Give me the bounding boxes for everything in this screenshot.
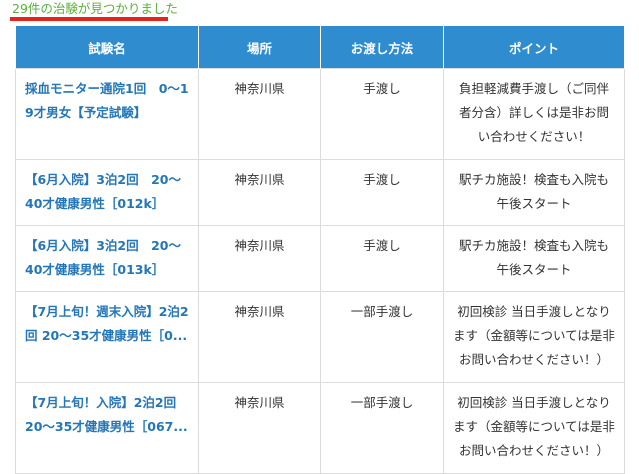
trial-link[interactable]: 採血モニター通院1回 0～19才男女【予定試験】 <box>25 81 189 120</box>
header-trial-name: 試験名 <box>15 26 199 69</box>
location-cell: 神奈川県 <box>198 68 321 160</box>
point-cell: 初回検診 当日手渡しとなります（金額等については是非お問い合わせください！） <box>443 382 625 474</box>
trial-results-table: 試験名 場所 お渡し方法 ポイント 採血モニター通院1回 0～19才男女【予定試… <box>15 26 625 474</box>
result-count: 29件の治験が見つかりました <box>12 1 178 16</box>
trial-name-cell: 【7月上旬！入院】2泊2回 20～35才健康男性［067... <box>15 382 199 474</box>
payment-method-cell: 一部手渡し <box>320 291 444 383</box>
trial-name-cell: 【6月入院】3泊2回 20～40才健康男性［013k］ <box>15 225 199 292</box>
payment-method-cell: 手渡し <box>320 225 444 292</box>
table-row: 【7月上旬！入院】2泊2回 20～35才健康男性［067... 神奈川県 一部手… <box>15 382 625 474</box>
header-location: 場所 <box>198 26 321 69</box>
point-cell: 初回検診 当日手渡しとなります（金額等については是非お問い合わせください！） <box>443 291 625 383</box>
table-row: 【6月入院】3泊2回 20～40才健康男性［012k］ 神奈川県 手渡し 駅チカ… <box>15 159 625 226</box>
result-count-underline <box>10 17 168 21</box>
table-row: 【7月上旬！週末入院】2泊2回 20～35才健康男性［0... 神奈川県 一部手… <box>15 291 625 383</box>
payment-method-cell: 手渡し <box>320 68 444 160</box>
point-cell: 駅チカ施設！検査も入院も午後スタート <box>443 159 625 226</box>
trial-name-cell: 採血モニター通院1回 0～19才男女【予定試験】 <box>15 68 199 160</box>
table-row: 採血モニター通院1回 0～19才男女【予定試験】 神奈川県 手渡し 負担軽減費手… <box>15 68 625 160</box>
trial-name-cell: 【7月上旬！週末入院】2泊2回 20～35才健康男性［0... <box>15 291 199 383</box>
point-cell: 負担軽減費手渡し（ご同伴者分含）詳しくは是非お問い合わせください！ <box>443 68 625 160</box>
location-cell: 神奈川県 <box>198 382 321 474</box>
payment-method-cell: 一部手渡し <box>320 382 444 474</box>
location-cell: 神奈川県 <box>198 225 321 292</box>
payment-method-cell: 手渡し <box>320 159 444 226</box>
point-cell: 駅チカ施設！検査も入院も午後スタート <box>443 225 625 292</box>
header-points: ポイント <box>443 26 625 69</box>
trial-link[interactable]: 【7月上旬！入院】2泊2回 20～35才健康男性［067... <box>25 395 188 434</box>
table-row: 【6月入院】3泊2回 20～40才健康男性［013k］ 神奈川県 手渡し 駅チカ… <box>15 225 625 292</box>
header-payment-method: お渡し方法 <box>320 26 444 69</box>
trial-name-cell: 【6月入院】3泊2回 20～40才健康男性［012k］ <box>15 159 199 226</box>
table-header-row: 試験名 場所 お渡し方法 ポイント <box>15 26 625 69</box>
trial-link[interactable]: 【6月入院】3泊2回 20～40才健康男性［013k］ <box>25 238 181 277</box>
trial-link[interactable]: 【6月入院】3泊2回 20～40才健康男性［012k］ <box>25 172 181 211</box>
location-cell: 神奈川県 <box>198 159 321 226</box>
trial-link[interactable]: 【7月上旬！週末入院】2泊2回 20～35才健康男性［0... <box>25 304 189 343</box>
location-cell: 神奈川県 <box>198 291 321 383</box>
